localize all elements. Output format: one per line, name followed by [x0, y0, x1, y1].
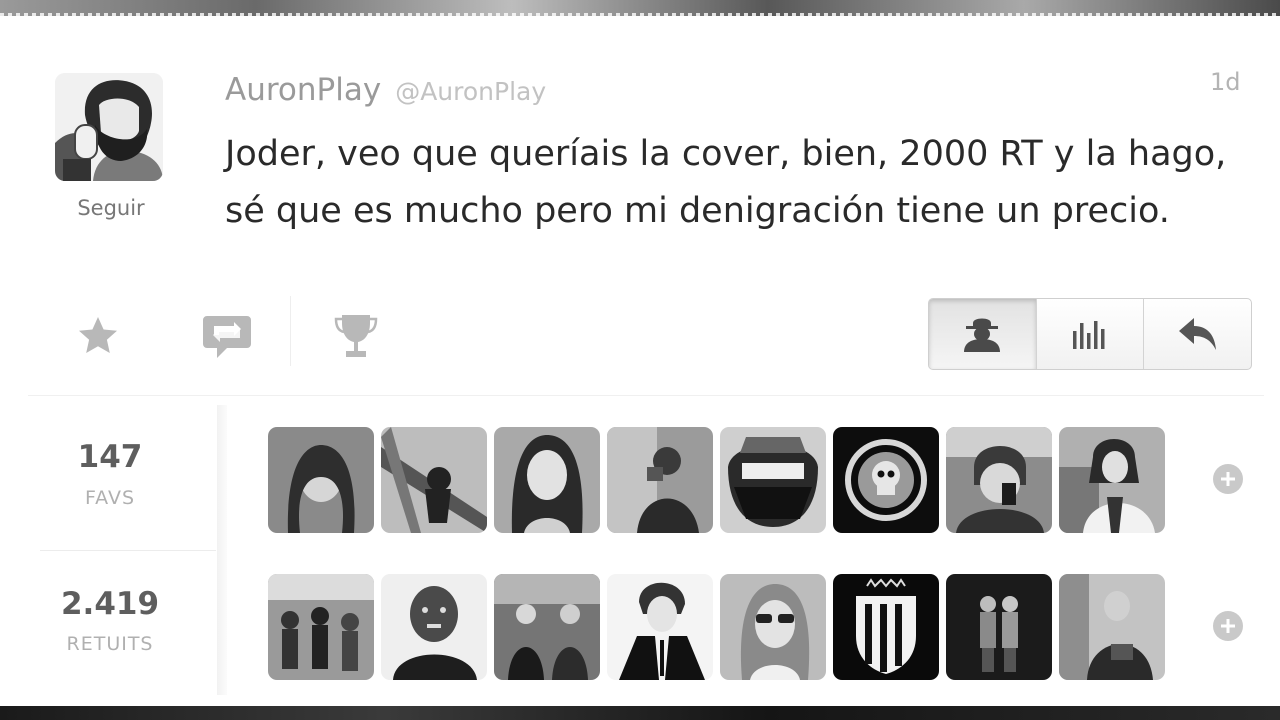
fav-user-avatar[interactable] — [494, 427, 600, 533]
retweets-count[interactable]: 2.419 — [30, 586, 190, 622]
retweet-user-avatar[interactable] — [946, 574, 1052, 680]
retweet-user-avatar[interactable] — [268, 574, 374, 680]
stats-view-button[interactable] — [1037, 299, 1145, 369]
author-avatar[interactable] — [55, 73, 163, 181]
follow-button[interactable]: Seguir — [55, 196, 167, 220]
tweet-text: Joder, veo que queríais la cover, bien, … — [225, 134, 1227, 231]
fav-user-avatar[interactable] — [381, 427, 487, 533]
favs-label: FAVS — [84, 487, 136, 509]
actions-divider — [290, 296, 291, 366]
star-icon — [79, 317, 117, 353]
retweet-user-avatar[interactable] — [607, 574, 713, 680]
retweets-label: RETUITS — [66, 633, 154, 655]
person-icon — [964, 318, 1001, 352]
author-handle[interactable]: @AuronPlay — [395, 77, 546, 106]
top-frame-dash — [0, 13, 1280, 16]
more-favs-button[interactable] — [1213, 464, 1243, 494]
bar-chart-icon — [1073, 321, 1105, 349]
bottom-frame-strip — [0, 706, 1280, 720]
people-view-button[interactable] — [929, 299, 1037, 369]
author-name[interactable]: AuronPlay — [225, 72, 381, 108]
retweet-user-avatar[interactable] — [494, 574, 600, 680]
fav-user-avatar[interactable] — [1059, 427, 1165, 533]
reply-button[interactable] — [1144, 299, 1251, 369]
retweet-user-avatar[interactable] — [381, 574, 487, 680]
retweet-icon — [203, 316, 251, 358]
favs-count[interactable]: 147 — [30, 439, 190, 475]
retweet-user-avatar[interactable] — [720, 574, 826, 680]
fav-user-avatar[interactable] — [607, 427, 713, 533]
fav-user-avatar[interactable] — [833, 427, 939, 533]
retweet-user-avatar[interactable] — [833, 574, 939, 680]
plus-icon — [1221, 472, 1235, 486]
retweet-button[interactable] — [199, 308, 255, 364]
view-toggle-group — [928, 298, 1252, 370]
fav-user-avatar[interactable] — [720, 427, 826, 533]
trophy-icon — [334, 315, 378, 357]
tweet-timestamp[interactable]: 1d — [1210, 68, 1241, 96]
retweet-user-avatar[interactable] — [1059, 574, 1165, 680]
more-retweets-button[interactable] — [1213, 611, 1243, 641]
fav-user-avatar[interactable] — [946, 427, 1052, 533]
favorite-button[interactable] — [70, 308, 126, 364]
stats-divider — [217, 405, 227, 695]
reply-icon — [1178, 318, 1216, 350]
fav-user-avatar[interactable] — [268, 427, 374, 533]
stats-row-separator — [40, 550, 216, 551]
plus-icon — [1221, 619, 1235, 633]
tweet-header: AuronPlay @AuronPlay — [225, 72, 546, 108]
trophy-button[interactable] — [328, 308, 384, 364]
